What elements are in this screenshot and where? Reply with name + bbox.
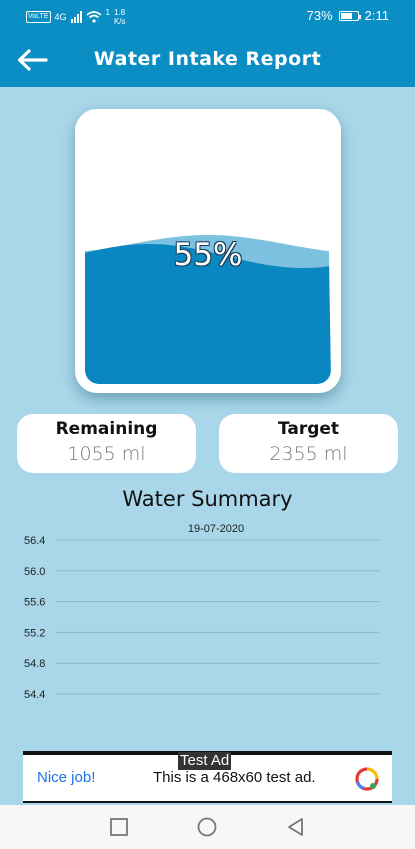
battery-icon	[338, 10, 361, 21]
triangle-back-icon[interactable]	[285, 816, 307, 838]
network-speed: 1.8 K/s	[113, 8, 126, 26]
test-ad-tag: Test Ad	[178, 752, 232, 770]
ad-headline[interactable]: Nice job!	[37, 769, 95, 786]
water-progress-card: 55%	[75, 109, 341, 393]
volte-badge: VoLTE	[26, 11, 51, 23]
status-right: 73% 2:11	[307, 8, 389, 23]
clock: 2:11	[364, 8, 389, 23]
y-tick-label: 56.4	[24, 535, 45, 547]
ad-body[interactable]: This is a 468x60 test ad.	[153, 769, 316, 786]
remaining-value: 1055 ml	[67, 443, 146, 465]
water-vessel: 55%	[85, 119, 331, 384]
remaining-card: Remaining 1055 ml	[17, 414, 196, 473]
target-label: Target	[277, 419, 340, 439]
status-left: VoLTE 4G 1 1.8 K/s	[26, 8, 126, 26]
ad-logo-icon[interactable]	[354, 766, 380, 792]
water-percent-label: 55%	[173, 237, 243, 273]
wifi-sub-label: 1	[105, 8, 110, 17]
y-tick-label: 54.8	[24, 658, 45, 670]
water-summary-chart: 19-07-2020 56.4 56.0 55.6 55.2 54.8 54.4	[24, 523, 379, 701]
remaining-label: Remaining	[55, 419, 158, 439]
page-title: Water Intake Report	[93, 48, 322, 70]
y-tick-label: 54.4	[24, 689, 45, 701]
status-bar: VoLTE 4G 1 1.8 K/s 73% 2:11	[0, 0, 415, 34]
target-card: Target 2355 ml	[219, 414, 398, 473]
target-value: 2355 ml	[269, 443, 348, 465]
summary-title: Water Summary	[122, 487, 293, 511]
circle-home-icon[interactable]	[196, 816, 218, 838]
x-tick-label: 19-07-2020	[188, 523, 244, 535]
battery-percent: 73%	[306, 8, 333, 23]
y-tick-label: 56.0	[24, 566, 45, 578]
wifi-icon	[85, 11, 102, 23]
square-recent-icon[interactable]	[108, 816, 130, 838]
y-tick-label: 55.6	[24, 597, 45, 609]
app-bar: Water Intake Report	[0, 34, 415, 87]
system-nav-bar	[0, 805, 415, 849]
y-tick-label: 55.2	[24, 627, 45, 639]
signal-icon	[70, 11, 82, 23]
network-label: 4G	[54, 12, 67, 22]
